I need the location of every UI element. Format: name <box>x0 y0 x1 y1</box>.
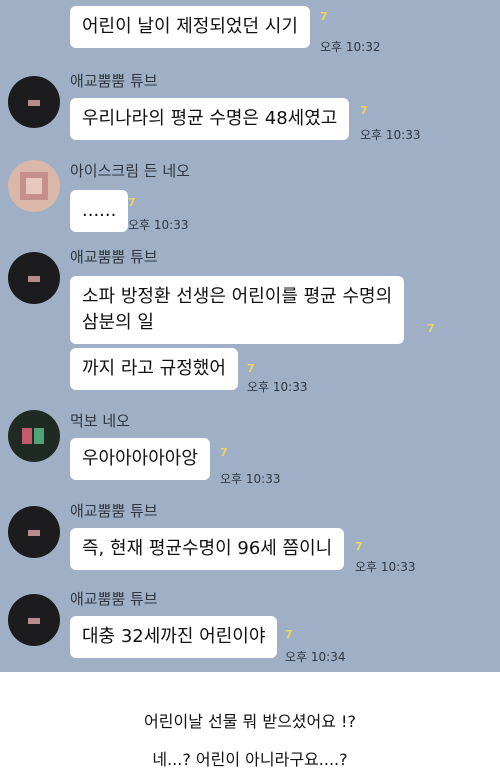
message-time: 오후 10:33 <box>247 380 308 394</box>
message-bubble[interactable]: 어린이 날이 제정되었던 시기 <box>70 6 310 48</box>
sender-name: 애교뿜뿜 튜브 <box>70 248 158 266</box>
unread-count: 7 <box>427 322 435 335</box>
sender-name: 애교뿜뿜 튜브 <box>70 590 158 608</box>
unread-count: 7 <box>285 628 293 641</box>
message-bubble[interactable]: 우아아아아아앙 <box>70 438 210 480</box>
sender-name: 애교뿜뿜 튜브 <box>70 502 158 520</box>
chat-area: 어린이 날이 제정되었던 시기 7 오후 10:32 애교뿜뿜 튜브 우리나라의… <box>0 0 500 672</box>
message-time: 오후 10:33 <box>355 560 416 574</box>
avatar[interactable] <box>8 594 60 646</box>
avatar[interactable] <box>8 252 60 304</box>
message-time: 오후 10:32 <box>320 40 381 54</box>
message-time: 오후 10:34 <box>285 650 346 664</box>
caption-line: 네...? 어린이 아니라구요....? <box>152 750 348 769</box>
message-time: 오후 10:33 <box>360 128 421 142</box>
avatar[interactable] <box>8 160 60 212</box>
message-bubble[interactable]: ...... <box>70 190 129 232</box>
message-bubble[interactable]: 우리나라의 평균 수명은 48세였고 <box>70 98 350 140</box>
message-bubble[interactable]: 까지 라고 규정했어 <box>70 348 238 390</box>
unread-count: 7 <box>128 196 136 209</box>
avatar[interactable] <box>8 506 60 558</box>
unread-count: 7 <box>247 362 255 375</box>
avatar[interactable] <box>8 410 60 462</box>
message-bubble[interactable]: 소파 방정환 선생은 어린이를 평균 수명의 삼분의 일 <box>70 276 405 344</box>
unread-count: 7 <box>360 104 368 117</box>
message-time: 오후 10:33 <box>220 472 281 486</box>
sender-name: 먹보 네오 <box>70 412 130 430</box>
sender-name: 애교뿜뿜 튜브 <box>70 72 158 90</box>
avatar[interactable] <box>8 76 60 128</box>
sender-name: 아이스크림 든 네오 <box>70 162 190 180</box>
message-bubble[interactable]: 즉, 현재 평균수명이 96세 쯤이니 <box>70 528 345 570</box>
unread-count: 7 <box>220 446 228 459</box>
unread-count: 7 <box>355 540 363 553</box>
caption-line: 어린이날 선물 뭐 받으셨어요 !? <box>144 712 356 731</box>
message-bubble[interactable]: 대충 32세까진 어린이야 <box>70 616 278 658</box>
message-time: 오후 10:33 <box>128 218 189 232</box>
unread-count: 7 <box>320 10 328 23</box>
